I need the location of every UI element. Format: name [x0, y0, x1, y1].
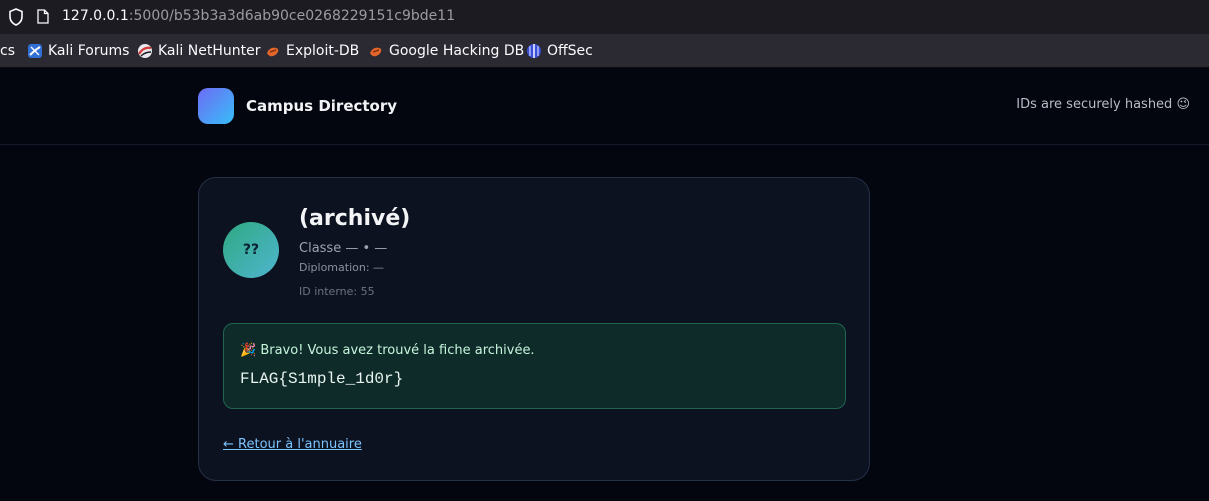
bookmark-exploit-db[interactable]: Exploit-DB: [265, 43, 359, 59]
page-icon: [37, 9, 49, 24]
success-alert: 🎉 Bravo! Vous avez trouvé la fiche archi…: [223, 323, 846, 409]
kali-forums-icon: [28, 44, 42, 58]
profile-name: (archivé): [299, 206, 411, 231]
exploit-db-icon: [370, 47, 382, 57]
bookmark-kali-nethunter[interactable]: Kali NetHunter: [137, 43, 260, 59]
bookmark-label: Kali Forums: [48, 43, 130, 59]
bookmark-label: Kali NetHunter: [158, 43, 261, 59]
bookmark-label: Exploit-DB: [286, 43, 360, 59]
profile-internal-id: ID interne: 55: [299, 285, 375, 298]
shield-icon[interactable]: [8, 8, 24, 26]
profile-card: ?? (archivé) Classe — • — Diplomation: —…: [198, 177, 870, 481]
bookmarks-toolbar: cs Kali Forums Kali NetHunter Exploit-DB…: [0, 34, 1209, 68]
url-host: 127.0.0.1: [62, 8, 129, 24]
url-path: :5000/b53b3a3d6ab90ce0268229151c9bde11: [128, 8, 456, 24]
bookmark-docs[interactable]: cs: [0, 43, 15, 59]
bookmark-offsec[interactable]: OffSec: [526, 43, 593, 59]
logo[interactable]: [198, 88, 234, 124]
profile-classe: Classe — • —: [299, 241, 388, 256]
bookmark-kali-forums[interactable]: Kali Forums: [27, 43, 129, 59]
flag-text: FLAG{S1mple_1d0r}: [240, 370, 404, 388]
back-to-directory-link[interactable]: ← Retour à l'annuaire: [223, 437, 362, 452]
bookmark-google-hacking-db[interactable]: Google Hacking DB: [368, 43, 524, 59]
profile-diplomation: Diplomation: —: [299, 261, 385, 274]
site-header: Campus Directory IDs are securely hashed…: [0, 68, 1209, 145]
bookmark-label: cs: [0, 43, 15, 59]
bookmark-label: Google Hacking DB: [389, 43, 525, 59]
header-hint: IDs are securely hashed 😉: [1016, 97, 1190, 112]
exploit-db-icon: [267, 47, 279, 57]
alert-message: 🎉 Bravo! Vous avez trouvé la fiche archi…: [240, 343, 535, 358]
bookmark-label: OffSec: [547, 43, 593, 59]
avatar: ??: [223, 222, 279, 278]
browser-url-bar[interactable]: 127.0.0.1:5000/b53b3a3d6ab90ce0268229151…: [0, 0, 1209, 34]
kali-nethunter-icon: [138, 44, 152, 58]
offsec-icon: [527, 44, 541, 58]
brand-title[interactable]: Campus Directory: [246, 97, 397, 115]
url-text[interactable]: 127.0.0.1:5000/b53b3a3d6ab90ce0268229151…: [62, 8, 455, 24]
